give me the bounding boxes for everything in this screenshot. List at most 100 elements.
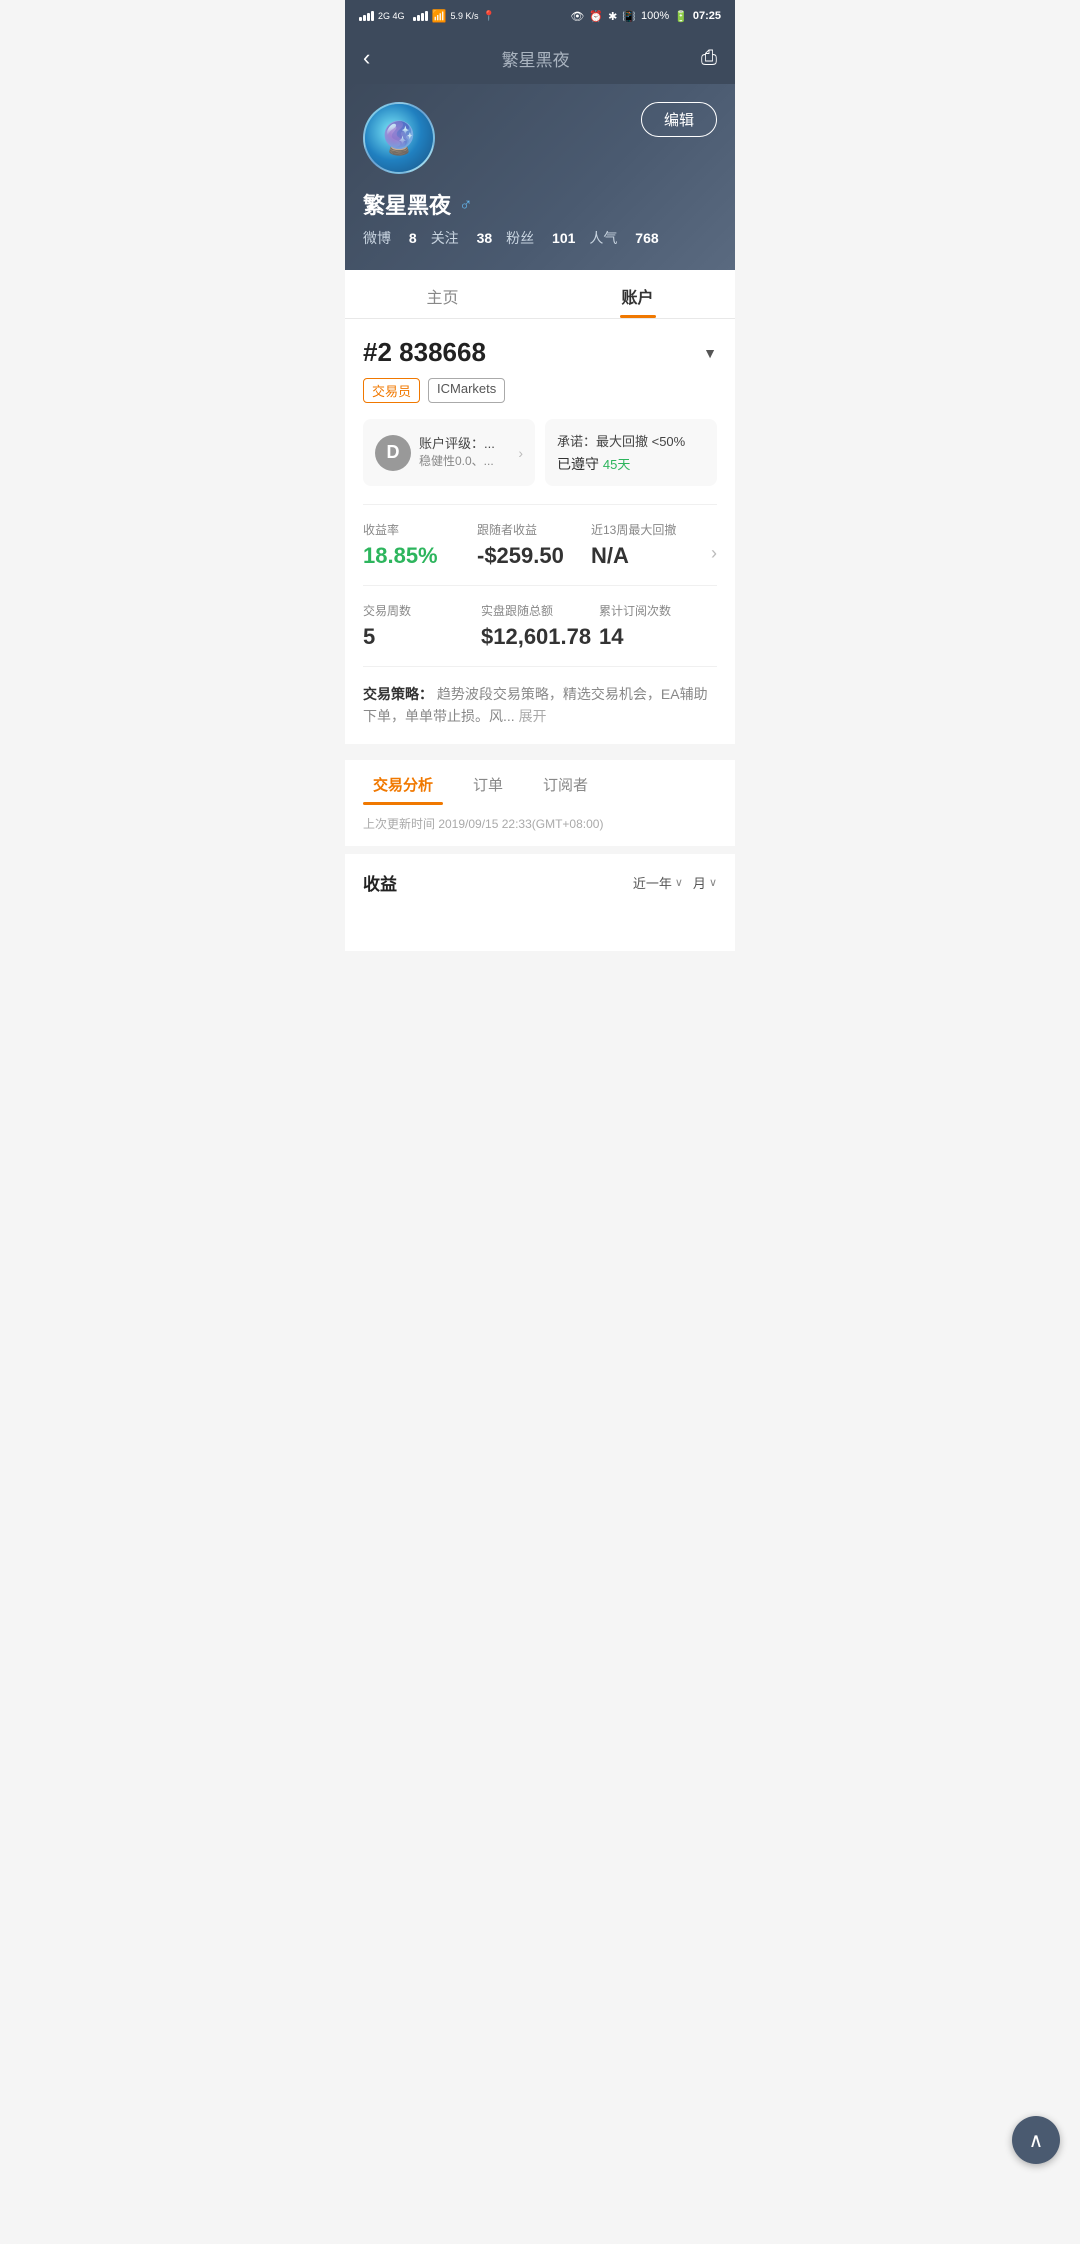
avatar-image: 🔮 <box>365 104 433 172</box>
profit-header: 收益 近一年 ∨ 月 ∨ <box>363 870 717 895</box>
promise-days: 45天 <box>603 457 630 472</box>
wifi-icon: 📶 <box>432 9 447 23</box>
battery-icon: 🔋 <box>674 10 688 23</box>
main-tabs: 主页 账户 <box>345 270 735 319</box>
grade-title: 账户评级：... <box>419 435 495 453</box>
vibrate-icon: 📳 <box>622 10 636 23</box>
badges-row: 交易员 ICMarkets <box>363 378 717 403</box>
account-id: #2 838668 <box>363 337 486 368</box>
stat-subscription-count: 累计订阅次数 14 <box>599 602 717 666</box>
tab-orders[interactable]: 订单 <box>463 760 513 805</box>
profit-title: 收益 <box>363 870 397 895</box>
stat-max-drawdown-label: 近13周最大回撤 <box>591 521 705 538</box>
status-bar: 2G 4G 📶 5.9 K/s 📍 👁 ⏰ ✱ 📳 100% 🔋 07:25 <box>345 0 735 32</box>
info-cards: D 账户评级：... 稳健性0.0、... › 承诺：最大回撤 <50% 已遵守… <box>363 419 717 486</box>
battery-percent: 100% <box>641 10 669 22</box>
account-id-row: #2 838668 ▼ <box>363 337 717 368</box>
stat-follower-profit-value: -$259.50 <box>477 543 591 569</box>
popularity-stat: 人气 768 <box>589 228 658 248</box>
stat-profit-rate-value: 18.85% <box>363 543 477 569</box>
stat-trade-weeks: 交易周数 5 <box>363 602 481 666</box>
strategy-label: 交易策略： <box>363 686 433 702</box>
grade-card-text: 账户评级：... 稳健性0.0、... <box>419 435 495 470</box>
grade-card[interactable]: D 账户评级：... 稳健性0.0、... › <box>363 419 535 486</box>
stats-row-1-grid: 收益率 18.85% 跟随者收益 -$259.50 近13周最大回撤 N/A <box>363 521 705 585</box>
stat-follower-profit: 跟随者收益 -$259.50 <box>477 521 591 585</box>
map-icon: 📍 <box>482 11 494 22</box>
signal-4g <box>413 11 428 21</box>
strategy-section: 交易策略： 趋势波段交易策略，精选交易机会，EA辅助下单，单单带止损。风... … <box>363 666 717 744</box>
signal-2g <box>359 11 374 21</box>
stat-max-drawdown: 近13周最大回撤 N/A <box>591 521 705 585</box>
status-right: 👁 ⏰ ✱ 📳 100% 🔋 07:25 <box>570 10 721 23</box>
time-display: 07:25 <box>693 10 721 22</box>
section-divider <box>345 744 735 752</box>
bottom-safe-area <box>345 911 735 951</box>
account-content: #2 838668 ▼ 交易员 ICMarkets D 账户评级：... 稳健性… <box>345 319 735 744</box>
edit-button[interactable]: 编辑 <box>641 102 717 137</box>
tab-home[interactable]: 主页 <box>345 270 540 318</box>
period-arrow: ∨ <box>675 876 683 889</box>
unit-label: 月 <box>693 873 706 892</box>
strategy-expand-button[interactable]: 展开 <box>519 708 547 724</box>
nav-title: 繁星黑夜 <box>502 46 570 71</box>
profile-name: 繁星黑夜 ♂ <box>363 188 717 220</box>
grade-subtitle: 稳健性0.0、... <box>419 453 495 470</box>
username: 繁星黑夜 <box>363 188 451 220</box>
unit-arrow: ∨ <box>709 876 717 889</box>
promise-days-row: 已遵守 45天 <box>557 454 705 474</box>
stats-row-1-arrow: › <box>705 521 717 585</box>
stats-row-2: 交易周数 5 实盘跟随总额 $12,601.78 累计订阅次数 14 <box>363 585 717 666</box>
speed-indicator: 5.9 K/s <box>450 11 478 21</box>
stat-total-amount: 实盘跟随总额 $12,601.78 <box>481 602 599 666</box>
period-label: 近一年 <box>633 873 672 892</box>
status-left: 2G 4G 📶 5.9 K/s 📍 <box>359 9 495 23</box>
unit-select[interactable]: 月 ∨ <box>693 873 717 892</box>
scroll-up-button[interactable]: ∧ <box>1012 2116 1060 2164</box>
back-button[interactable]: ‹ <box>363 45 370 71</box>
stat-profit-rate: 收益率 18.85% <box>363 521 477 585</box>
chevron-right-icon: › <box>711 543 717 564</box>
network-2g: 2G 4G <box>378 11 405 21</box>
nav-bar: ‹ 繁星黑夜 ⎙ <box>345 32 735 84</box>
promise-title: 承诺：最大回撤 <50% <box>557 431 705 450</box>
section-divider-2 <box>345 846 735 854</box>
badge-platform: ICMarkets <box>428 378 505 403</box>
analysis-tabs: 交易分析 订单 订阅者 <box>345 752 735 805</box>
alarm-icon: ⏰ <box>589 10 603 23</box>
gender-icon: ♂ <box>459 194 473 215</box>
badge-trader: 交易员 <box>363 378 420 403</box>
period-select[interactable]: 近一年 ∨ <box>633 873 683 892</box>
share-button[interactable]: ⎙ <box>701 47 717 70</box>
tab-subscribers[interactable]: 订阅者 <box>533 760 598 805</box>
tab-account[interactable]: 账户 <box>540 270 735 318</box>
stat-trade-weeks-label: 交易周数 <box>363 602 481 619</box>
promise-days-label: 已遵守 <box>557 456 599 472</box>
stats-row-1[interactable]: 收益率 18.85% 跟随者收益 -$259.50 近13周最大回撤 N/A › <box>363 504 717 585</box>
bluetooth-icon: ✱ <box>608 10 617 23</box>
grade-card-arrow: › <box>518 445 523 461</box>
update-time: 上次更新时间 2019/09/15 22:33(GMT+08:00) <box>345 805 735 846</box>
profit-controls: 近一年 ∨ 月 ∨ <box>633 873 717 892</box>
tab-trading-analysis[interactable]: 交易分析 <box>363 760 443 805</box>
stat-subscription-value: 14 <box>599 624 717 650</box>
stat-trade-weeks-value: 5 <box>363 624 481 650</box>
grade-card-left: D 账户评级：... 稳健性0.0、... <box>375 435 508 471</box>
avatar: 🔮 <box>363 102 435 174</box>
stat-follower-profit-label: 跟随者收益 <box>477 521 591 538</box>
fans-stat: 粉丝 101 <box>506 228 575 248</box>
grade-circle: D <box>375 435 411 471</box>
weibo-stat: 微博 8 <box>363 228 417 248</box>
follow-stat: 关注 38 <box>431 228 492 248</box>
stat-max-drawdown-value: N/A <box>591 543 705 569</box>
stat-total-amount-label: 实盘跟随总额 <box>481 602 599 619</box>
eye-icon: 👁 <box>570 10 584 23</box>
profile-top: 🔮 编辑 <box>363 102 717 174</box>
promise-card: 承诺：最大回撤 <50% 已遵守 45天 <box>545 419 717 486</box>
account-dropdown[interactable]: ▼ <box>703 345 717 361</box>
stat-profit-rate-label: 收益率 <box>363 521 477 538</box>
strategy-text: 交易策略： 趋势波段交易策略，精选交易机会，EA辅助下单，单单带止损。风... … <box>363 686 708 724</box>
stat-total-amount-value: $12,601.78 <box>481 624 599 650</box>
stat-subscription-label: 累计订阅次数 <box>599 602 717 619</box>
profile-header: 🔮 编辑 繁星黑夜 ♂ 微博 8 关注 38 粉丝 101 人气 768 <box>345 84 735 270</box>
